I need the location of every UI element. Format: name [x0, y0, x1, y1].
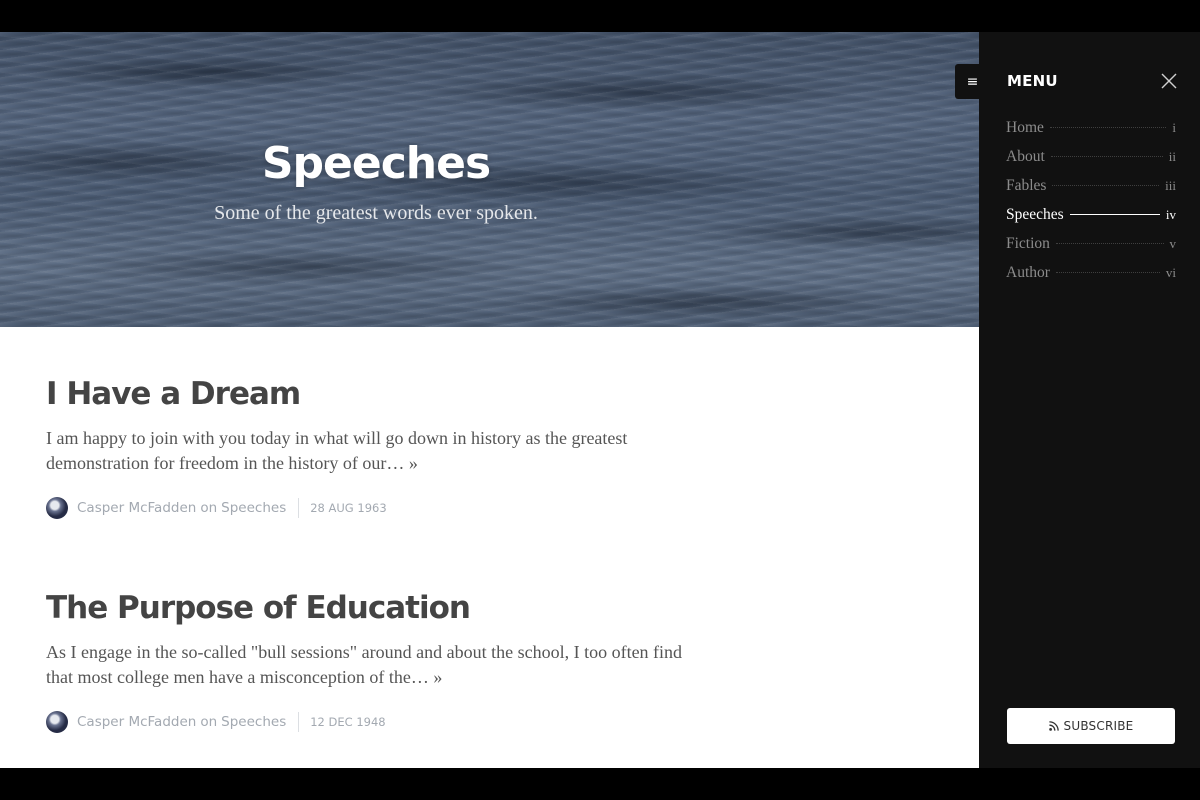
menu-item-leader — [1052, 185, 1160, 186]
menu-item-label: Speeches — [1006, 206, 1064, 223]
menu-item-label: Fables — [1006, 177, 1047, 194]
read-more-link[interactable]: » — [409, 453, 418, 473]
side-menu: MENU Home i About ii Fables iii Speeches… — [979, 32, 1200, 768]
menu-item-label: Fiction — [1006, 235, 1050, 252]
post-date: 12 DEC 1948 — [310, 715, 386, 729]
menu-item-fiction[interactable]: Fiction v — [1006, 235, 1176, 264]
meta-on-text: on — [200, 500, 218, 516]
hamburger-menu-button[interactable]: ≡ — [955, 64, 990, 99]
menu-item-leader — [1055, 272, 1160, 273]
post-meta: Casper McFadden on Speeches 28 AUG 1963 — [46, 496, 746, 520]
post-card: The Purpose of Education As I engage in … — [46, 586, 746, 734]
post-title-link[interactable]: The Purpose of Education — [46, 586, 746, 630]
post-card: I Have a Dream I am happy to join with y… — [46, 372, 746, 520]
post-excerpt: I am happy to join with you today in wha… — [46, 426, 706, 476]
menu-item-author[interactable]: Author vi — [1006, 264, 1176, 293]
close-icon[interactable] — [1160, 72, 1178, 90]
meta-divider — [298, 712, 300, 732]
meta-divider — [298, 498, 300, 518]
menu-item-leader — [1049, 127, 1167, 128]
menu-item-speeches[interactable]: Speeches iv — [1006, 206, 1176, 235]
browser-viewport: Speeches Some of the greatest words ever… — [0, 32, 1200, 768]
letterbox-bottom — [0, 768, 1200, 800]
post-excerpt-text: As I engage in the so-called "bull sessi… — [46, 642, 683, 687]
menu-item-number: iii — [1165, 178, 1176, 193]
hero-header: Speeches Some of the greatest words ever… — [0, 32, 979, 327]
post-title-link[interactable]: I Have a Dream — [46, 372, 746, 416]
post-meta: Casper McFadden on Speeches 12 DEC 1948 — [46, 710, 746, 734]
menu-item-number: ii — [1168, 149, 1176, 164]
post-excerpt: As I engage in the so-called "bull sessi… — [46, 640, 706, 690]
author-link[interactable]: Casper McFadden — [77, 500, 196, 516]
hamburger-icon: ≡ — [966, 73, 979, 90]
menu-item-about[interactable]: About ii — [1006, 148, 1176, 177]
subscribe-button[interactable]: SUBSCRIBE — [1007, 708, 1175, 744]
read-more-link[interactable]: » — [433, 667, 442, 687]
menu-item-label: Home — [1006, 119, 1044, 136]
menu-item-label: Author — [1006, 264, 1050, 281]
tag-link[interactable]: Speeches — [221, 500, 286, 516]
page-subtitle: Some of the greatest words ever spoken. — [214, 202, 538, 224]
author-link[interactable]: Casper McFadden — [77, 714, 196, 730]
menu-item-leader — [1050, 156, 1163, 157]
author-avatar[interactable] — [46, 497, 68, 519]
menu-list: Home i About ii Fables iii Speeches iv F… — [1006, 119, 1176, 293]
menu-item-fables[interactable]: Fables iii — [1006, 177, 1176, 206]
main-content: Speeches Some of the greatest words ever… — [0, 32, 979, 768]
menu-item-leader — [1069, 214, 1160, 215]
author-avatar[interactable] — [46, 711, 68, 733]
letterbox-top — [0, 0, 1200, 32]
menu-item-leader — [1055, 243, 1164, 244]
post-excerpt-text: I am happy to join with you today in wha… — [46, 428, 628, 473]
menu-item-number: vi — [1165, 265, 1176, 280]
subscribe-label: SUBSCRIBE — [1063, 719, 1134, 733]
menu-item-number: i — [1172, 120, 1176, 135]
menu-item-label: About — [1006, 148, 1045, 165]
rss-icon — [1048, 721, 1059, 731]
menu-heading: MENU — [1007, 72, 1058, 90]
post-date: 28 AUG 1963 — [310, 501, 387, 515]
tag-link[interactable]: Speeches — [221, 714, 286, 730]
meta-on-text: on — [200, 714, 218, 730]
menu-item-home[interactable]: Home i — [1006, 119, 1176, 148]
page-title: Speeches — [261, 138, 491, 189]
menu-item-number: iv — [1165, 207, 1176, 222]
menu-item-number: v — [1169, 236, 1177, 251]
